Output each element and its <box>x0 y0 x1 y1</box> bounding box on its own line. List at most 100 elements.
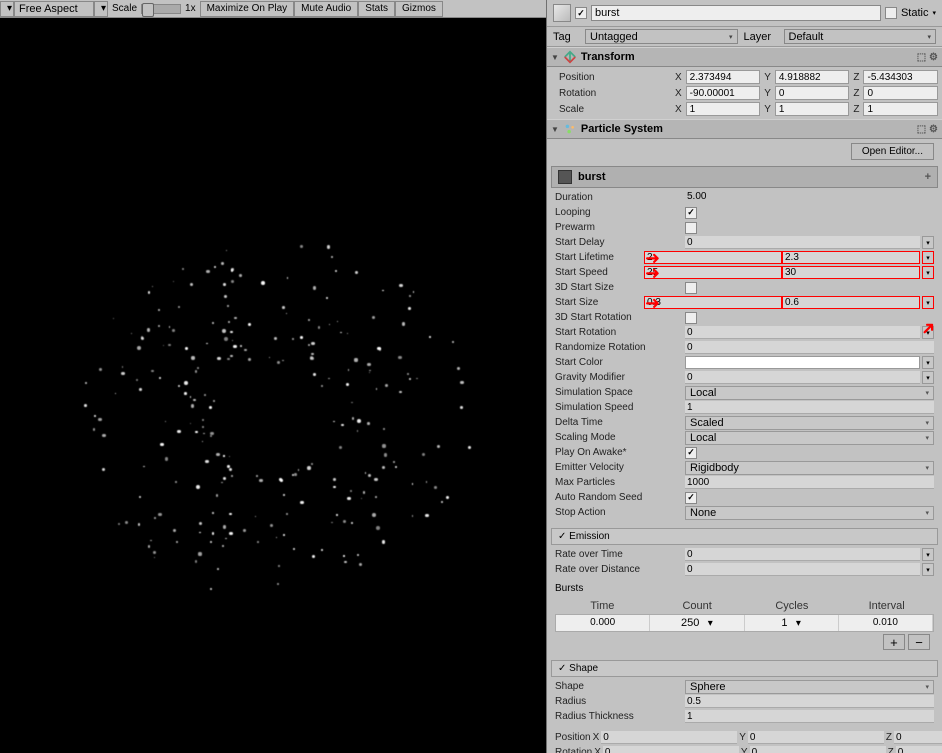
scale-y-field[interactable] <box>775 102 850 116</box>
shape-rz[interactable] <box>896 746 942 753</box>
startspeed-label: Start Speed <box>555 267 644 278</box>
simspeed-label: Simulation Speed <box>555 402 685 413</box>
shape-pz[interactable] <box>894 731 942 744</box>
startspeed-a-field[interactable] <box>644 266 782 279</box>
ps-add-icon[interactable]: + <box>925 171 931 183</box>
startsize-a-field[interactable] <box>644 296 782 309</box>
startlifetime-label: Start Lifetime <box>555 252 644 263</box>
mute-audio-toggle[interactable]: Mute Audio <box>294 1 358 17</box>
burst-add-button[interactable]: + <box>883 634 905 650</box>
ps-main-module-header[interactable]: burst + <box>551 166 938 188</box>
startspeed-curve-button[interactable]: ▾ <box>922 266 934 279</box>
maximize-on-play-toggle[interactable]: Maximize On Play <box>200 1 295 17</box>
startrot-curve-button[interactable]: ▾ <box>922 326 934 339</box>
open-editor-button[interactable]: Open Editor... <box>851 143 934 160</box>
gameobject-name-field[interactable] <box>591 5 881 21</box>
startcolor-curve-button[interactable]: ▾ <box>922 356 934 369</box>
burst-time-cell[interactable]: 0.000 <box>556 615 650 631</box>
startcolor-field[interactable] <box>685 356 920 369</box>
randrot-field[interactable] <box>685 341 934 354</box>
shape-dropdown[interactable]: Sphere <box>685 680 934 694</box>
game-toolbar: ▾ Free Aspect ▾ Scale 1x Maximize On Pla… <box>0 0 546 18</box>
gameobject-icon[interactable] <box>553 4 571 22</box>
ratedist-curve-button[interactable]: ▾ <box>922 563 934 576</box>
startspeed-b-field[interactable] <box>782 266 920 279</box>
burst-count-cell[interactable]: 250 ▾ <box>650 615 744 631</box>
startsize3d-checkbox[interactable] <box>685 282 697 294</box>
deltatime-label: Delta Time <box>555 417 685 428</box>
emission-body: Rate over Time▾ Rate over Distance▾ Burs… <box>547 545 942 656</box>
scale-slider[interactable] <box>141 4 181 14</box>
particle-system-component-header[interactable]: ▼ Particle System ⬚ ⚙ <box>547 119 942 139</box>
aspect-arrow[interactable]: ▾ <box>94 1 108 17</box>
startsize-label: Start Size <box>555 297 644 308</box>
rotation-y-field[interactable] <box>775 86 850 100</box>
emittervel-dropdown[interactable]: Rigidbody <box>685 461 934 475</box>
scale-x-field[interactable] <box>686 102 761 116</box>
duration-value[interactable]: 5.00 <box>685 191 934 204</box>
burst-remove-button[interactable]: − <box>908 634 930 650</box>
scale-z-field[interactable] <box>863 102 938 116</box>
position-x-field[interactable] <box>686 70 761 84</box>
layer-dropdown[interactable]: Default <box>784 29 937 44</box>
simspeed-field[interactable] <box>685 401 934 414</box>
stopaction-dropdown[interactable]: None <box>685 506 934 520</box>
shape-ry[interactable] <box>750 746 886 753</box>
aspect-dropdown[interactable]: Free Aspect <box>14 1 94 17</box>
rotation-x-field[interactable] <box>686 86 761 100</box>
startsize-b-field[interactable] <box>782 296 920 309</box>
tag-label: Tag <box>553 31 579 43</box>
rotation-z-field[interactable] <box>863 86 938 100</box>
ratedist-field[interactable] <box>685 563 920 576</box>
display-dropdown[interactable]: ▾ <box>0 1 14 17</box>
startdelay-field[interactable] <box>685 236 920 249</box>
gravity-curve-button[interactable]: ▾ <box>922 371 934 384</box>
ps-main-name: burst <box>578 171 606 183</box>
radius-label: Radius <box>555 696 685 707</box>
maxparticles-field[interactable] <box>685 476 934 489</box>
startlifetime-b-field[interactable] <box>782 251 920 264</box>
transform-help-icon[interactable]: ⬚ ⚙ <box>917 52 938 63</box>
position-y-field[interactable] <box>775 70 850 84</box>
ratetime-field[interactable] <box>685 548 920 561</box>
ps-main-body: Duration5.00 Looping Prewarm Start Delay… <box>547 188 942 524</box>
ratedist-label: Rate over Distance <box>555 564 685 575</box>
startdelay-curve-button[interactable]: ▾ <box>922 236 934 249</box>
stats-toggle[interactable]: Stats <box>358 1 395 17</box>
transform-component-header[interactable]: ▼ Transform ⬚ ⚙ <box>547 47 942 67</box>
ps-gear-icon[interactable]: ⬚ ⚙ <box>917 124 938 135</box>
simspace-dropdown[interactable]: Local <box>685 386 934 400</box>
rotation-label: Rotation <box>551 88 671 99</box>
prewarm-checkbox[interactable] <box>685 222 697 234</box>
transform-body: Position X Y Z Rotation X Y Z Scale X Y … <box>547 67 942 119</box>
static-dropdown-arrow[interactable]: ▾ <box>932 9 936 17</box>
playonawake-checkbox[interactable] <box>685 447 697 459</box>
autoseed-checkbox[interactable] <box>685 492 697 504</box>
thickness-field[interactable] <box>685 710 934 723</box>
looping-checkbox[interactable] <box>685 207 697 219</box>
startlifetime-curve-button[interactable]: ▾ <box>922 251 934 264</box>
scalingmode-dropdown[interactable]: Local <box>685 431 934 445</box>
ratetime-curve-button[interactable]: ▾ <box>922 548 934 561</box>
gizmos-toggle[interactable]: Gizmos <box>395 1 443 17</box>
startsize-curve-button[interactable]: ▾ <box>922 296 934 309</box>
radius-field[interactable] <box>685 695 934 708</box>
startrot-field[interactable] <box>685 326 920 339</box>
startrot3d-checkbox[interactable] <box>685 312 697 324</box>
burst-cycles-cell[interactable]: 1 ▾ <box>745 615 839 631</box>
startlifetime-a-field[interactable] <box>644 251 782 264</box>
tag-dropdown[interactable]: Untagged <box>585 29 738 44</box>
shape-module-header[interactable]: Shape <box>551 660 938 677</box>
burst-row[interactable]: 0.000 250 ▾ 1 ▾ 0.010 <box>555 614 934 632</box>
emission-module-header[interactable]: Emission <box>551 528 938 545</box>
deltatime-dropdown[interactable]: Scaled <box>685 416 934 430</box>
position-z-field[interactable] <box>863 70 938 84</box>
burst-col-count: Count <box>650 598 745 614</box>
shape-px[interactable] <box>601 731 737 744</box>
burst-interval-cell[interactable]: 0.010 <box>839 615 933 631</box>
shape-rx[interactable] <box>603 746 739 753</box>
static-checkbox[interactable] <box>885 7 897 19</box>
shape-py[interactable] <box>748 731 884 744</box>
gravity-field[interactable] <box>685 371 920 384</box>
gameobject-active-checkbox[interactable] <box>575 7 587 19</box>
